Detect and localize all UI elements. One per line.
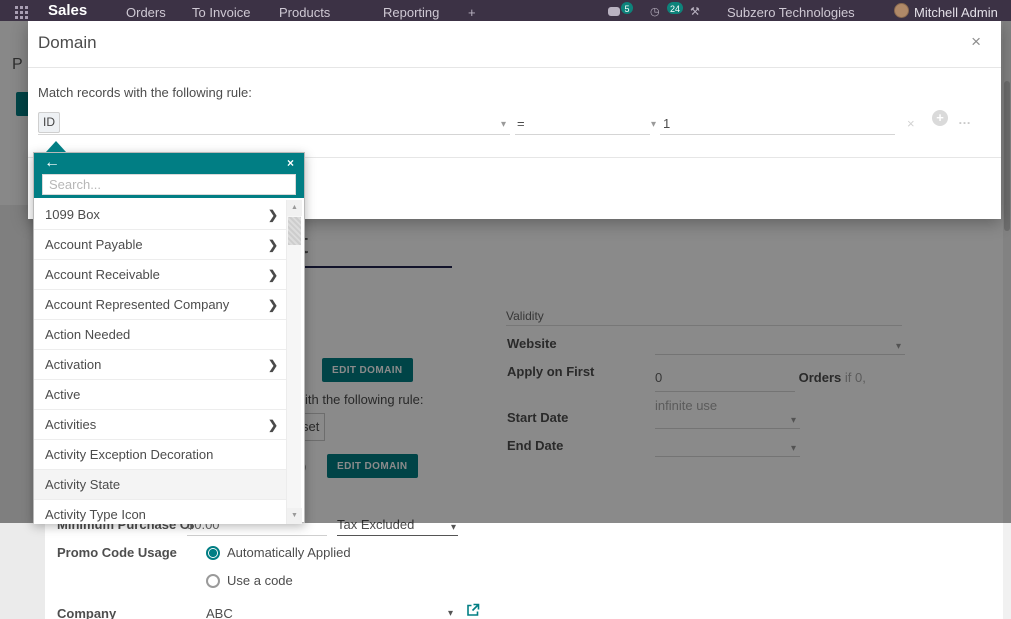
modal-instruction: Match records with the following rule:	[38, 85, 252, 100]
scroll-down-icon[interactable]: ▼	[287, 508, 302, 524]
radio-use-a-code-label[interactable]: Use a code	[227, 573, 293, 588]
topbar: Sales Orders To Invoice Products Reporti…	[0, 0, 1011, 21]
radio-automatically-applied[interactable]	[206, 546, 220, 560]
chevron-down-icon: ▾	[451, 522, 456, 533]
close-icon[interactable]: ×	[287, 156, 294, 170]
radio-use-a-code[interactable]	[206, 574, 220, 588]
popover-scrollbar-thumb[interactable]	[288, 217, 301, 245]
modal-header-divider	[28, 67, 1001, 68]
delete-rule-icon[interactable]: ×	[907, 116, 915, 131]
chevron-right-icon: ❯	[268, 358, 278, 372]
nav-to-invoice[interactable]: To Invoice	[192, 5, 251, 20]
rule-value-input[interactable]: 1	[663, 116, 670, 131]
nav-products[interactable]: Products	[279, 5, 330, 20]
chevron-right-icon: ❯	[268, 268, 278, 282]
messages-badge[interactable]: 5	[620, 1, 634, 15]
field-item[interactable]: Activity Exception Decoration	[34, 440, 288, 470]
field-item[interactable]: Activity State	[34, 470, 288, 500]
activities-badge[interactable]: 24	[666, 1, 684, 15]
plus-icon[interactable]: +	[468, 5, 476, 20]
field-item[interactable]: Activities ❯	[34, 410, 288, 440]
user-menu[interactable]: Mitchell Admin	[914, 5, 998, 20]
chevron-right-icon: ❯	[268, 208, 278, 222]
chevron-down-icon[interactable]: ▾	[501, 119, 506, 130]
nav-reporting[interactable]: Reporting	[383, 5, 439, 20]
rule-field-underline	[38, 134, 510, 135]
field-item[interactable]: Activity Type Icon	[34, 500, 288, 524]
search-input[interactable]	[42, 174, 296, 195]
field-item[interactable]: Account Represented Company ❯	[34, 290, 288, 320]
popover-arrow	[46, 141, 66, 152]
field-item[interactable]: Account Receivable ❯	[34, 260, 288, 290]
tools-icon[interactable]: ⚒	[690, 5, 700, 18]
app-menu-sales[interactable]: Sales	[48, 2, 87, 19]
rule-field-input[interactable]: ID	[38, 112, 60, 133]
radio-automatically-applied-label[interactable]: Automatically Applied	[227, 545, 351, 560]
field-list: 1099 Box ❯ Account Payable ❯ Account Rec…	[34, 200, 288, 524]
back-arrow-icon[interactable]: ←	[44, 154, 60, 172]
avatar[interactable]	[894, 3, 909, 18]
field-item[interactable]: Activation ❯	[34, 350, 288, 380]
field-item[interactable]: Action Needed	[34, 320, 288, 350]
field-item[interactable]: Account Payable ❯	[34, 230, 288, 260]
promo-code-usage-label: Promo Code Usage	[57, 545, 177, 560]
add-rule-icon[interactable]: +	[932, 110, 948, 126]
chevron-right-icon: ❯	[268, 238, 278, 252]
company-value[interactable]: ABC	[206, 606, 233, 619]
close-icon[interactable]: ×	[971, 33, 981, 50]
field-item[interactable]: 1099 Box ❯	[34, 200, 288, 230]
chevron-right-icon: ❯	[268, 298, 278, 312]
chevron-down-icon: ▾	[448, 608, 453, 619]
modal-title: Domain	[38, 33, 97, 53]
more-options-icon[interactable]: …	[958, 112, 973, 127]
clock-icon[interactable]: ◷	[650, 5, 660, 18]
company-menu[interactable]: Subzero Technologies	[727, 5, 855, 20]
field-selector-popover: ← × 1099 Box ❯ Account Payable ❯ Account…	[33, 152, 305, 523]
chevron-down-icon[interactable]: ▾	[651, 119, 656, 130]
rule-operator-underline	[515, 134, 650, 135]
field-item[interactable]: Active	[34, 380, 288, 410]
scroll-up-icon[interactable]: ▲	[287, 200, 302, 216]
company-label: Company	[57, 606, 116, 619]
chat-bubble-icon[interactable]	[608, 7, 620, 16]
rule-operator-select[interactable]: =	[517, 116, 525, 131]
nav-orders[interactable]: Orders	[126, 5, 166, 20]
popover-scrollbar[interactable]: ▲ ▼	[286, 200, 301, 524]
external-link-icon[interactable]	[466, 603, 480, 617]
apps-grid-icon[interactable]	[15, 6, 29, 20]
rule-value-underline	[660, 134, 895, 135]
chevron-right-icon: ❯	[268, 418, 278, 432]
